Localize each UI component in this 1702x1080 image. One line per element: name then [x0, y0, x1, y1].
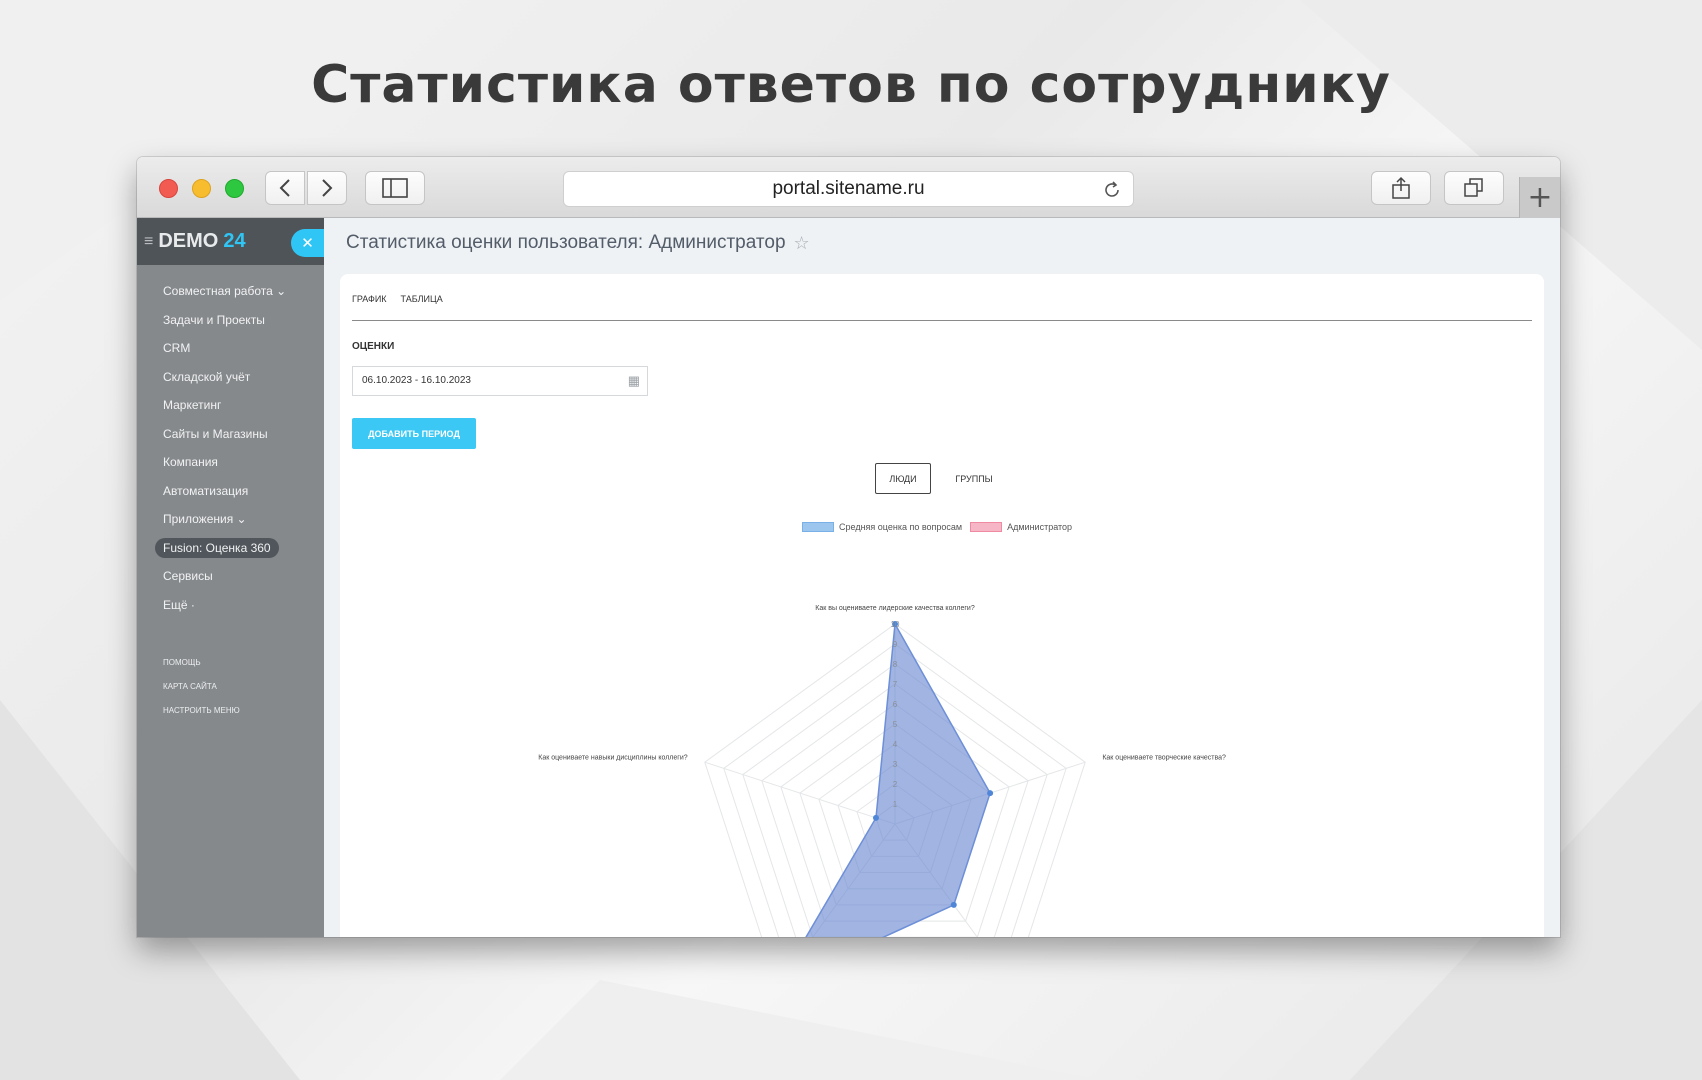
logo-number: 24 [223, 230, 246, 252]
sitemap-link[interactable]: КАРТА САЙТА [137, 675, 324, 699]
page-title-text: Статистика оценки пользователя: Админист… [346, 232, 786, 253]
logo-bar: ≡ DEMO 24 ✕ [137, 218, 324, 265]
radar-tick-label: 6 [893, 700, 898, 709]
sidebar-item[interactable]: Задачи и Проекты [137, 306, 324, 335]
radar-tick-label: 10 [891, 620, 900, 629]
tabs-icon [1464, 178, 1483, 197]
sidebar-icon [382, 178, 408, 198]
radar-tick-label: 9 [893, 640, 898, 649]
share-button[interactable] [1371, 171, 1431, 205]
tabs-divider [352, 320, 1532, 321]
radar-tick-label: 2 [893, 780, 898, 789]
share-icon [1392, 176, 1410, 199]
radar-data-point [872, 814, 879, 821]
legend-swatch [802, 522, 834, 532]
radar-tick-label: 5 [893, 720, 898, 729]
radar-axis-label: Как оцениваете навыки дисциплины коллеги… [538, 755, 688, 762]
sidebar-item[interactable]: Автоматизация [137, 477, 324, 506]
tab-chart[interactable]: ГРАФИК [352, 294, 387, 304]
new-tab-button[interactable]: + [1519, 177, 1560, 218]
reload-icon[interactable] [1101, 179, 1123, 201]
chevron-right-icon [322, 179, 333, 197]
sidebar-footer-menu: ПОМОЩЬ КАРТА САЙТА НАСТРОИТЬ МЕНЮ [137, 651, 324, 723]
close-icon: ✕ [301, 235, 314, 252]
sidebar-item-active[interactable]: Fusion: Оценка 360 [137, 534, 324, 563]
radar-axis-line [704, 761, 896, 825]
legend-label: Средняя оценка по вопросам [839, 522, 963, 532]
browser-window: portal.sitename.ru + ≡ DEMO 24 ✕ Совмест… [137, 157, 1560, 937]
tab-table[interactable]: ТАБЛИЦА [401, 294, 443, 304]
stats-card: ГРАФИК ТАБЛИЦА ОЦЕНКИ 06.10.2023 - 16.10… [340, 274, 1544, 937]
sidebar-menu: Совместная работа ⌄ Задачи и Проекты CRM… [137, 277, 324, 619]
sidebar-item[interactable]: Приложения ⌄ [137, 505, 324, 534]
url-text: portal.sitename.ru [772, 178, 925, 199]
legend-item[interactable]: Администратор [970, 522, 1072, 532]
menu-icon[interactable]: ≡ [144, 233, 153, 251]
page-title: Статистика оценки пользователя: Админист… [346, 232, 810, 254]
radar-data-point [950, 901, 957, 908]
legend-swatch [970, 522, 1003, 532]
add-period-button[interactable]: ДОБАВИТЬ ПЕРИОД [352, 418, 476, 449]
sidebar-item[interactable]: Компания [137, 448, 324, 477]
radar-chart: 1 2 3 4 5 6 7 8 9 10 Как вы оцениваете лидерские к… [538, 605, 1226, 937]
address-bar[interactable]: portal.sitename.ru [563, 171, 1134, 207]
back-button[interactable] [265, 171, 305, 205]
radar-tick-label: 3 [893, 760, 898, 769]
calendar-icon[interactable]: ▦ [628, 367, 640, 395]
help-link[interactable]: ПОМОЩЬ [137, 651, 324, 675]
radar-data-point [987, 790, 994, 797]
view-tabs: ГРАФИК ТАБЛИЦА [352, 294, 443, 304]
date-range-value: 06.10.2023 - 16.10.2023 [362, 375, 471, 386]
radar-tick-label: 7 [893, 680, 898, 689]
hero-title: Статистика ответов по сотруднику [311, 55, 1391, 115]
legend-item[interactable]: Средняя оценка по вопросам [802, 522, 962, 532]
section-label: ОЦЕНКИ [352, 341, 395, 352]
close-window-button[interactable] [159, 179, 178, 198]
sidebar-item[interactable]: Маркетинг [137, 391, 324, 420]
segment-people[interactable]: ЛЮДИ [875, 463, 931, 494]
sidebar-item[interactable]: Ещё · [137, 591, 324, 620]
radar-tick-label: 8 [893, 660, 898, 669]
chart-legend: Средняя оценка по вопросам Администратор [802, 522, 1080, 532]
configure-menu-link[interactable]: НАСТРОИТЬ МЕНЮ [137, 699, 324, 723]
radar-tick-label: 4 [893, 740, 898, 749]
minimize-window-button[interactable] [192, 179, 211, 198]
forward-button[interactable] [307, 171, 347, 205]
plus-icon: + [1527, 180, 1553, 215]
date-range-field[interactable]: 06.10.2023 - 16.10.2023 ▦ [352, 366, 648, 396]
star-icon[interactable]: ☆ [794, 233, 810, 254]
chevron-left-icon [279, 179, 290, 197]
radar-tick-label: 1 [893, 800, 898, 809]
sidebar: ≡ DEMO 24 ✕ Совместная работа ⌄ Задачи и… [137, 218, 324, 937]
tabs-overview-button[interactable] [1444, 171, 1504, 205]
sidebar-toggle-button[interactable] [365, 171, 425, 205]
main-content: Статистика оценки пользователя: Админист… [324, 218, 1560, 937]
radar-series-area [805, 621, 991, 937]
radar-axis-label: Как вы оцениваете лидерские качества кол… [815, 605, 975, 612]
close-sidebar-button[interactable]: ✕ [291, 229, 324, 257]
segment-groups[interactable]: ГРУППЫ [946, 463, 1002, 494]
radar-axis-label: Как оцениваете творческие качества? [1102, 755, 1226, 762]
logo-text: DEMO [158, 230, 219, 252]
sidebar-item[interactable]: Совместная работа ⌄ [137, 277, 324, 306]
browser-toolbar: portal.sitename.ru + [137, 157, 1560, 218]
maximize-window-button[interactable] [225, 179, 244, 198]
legend-label: Администратор [1007, 522, 1073, 532]
sidebar-item[interactable]: CRM [137, 334, 324, 363]
sidebar-item[interactable]: Сайты и Магазины [137, 420, 324, 449]
sidebar-item[interactable]: Сервисы [137, 562, 324, 591]
sidebar-item[interactable]: Складской учёт [137, 363, 324, 392]
